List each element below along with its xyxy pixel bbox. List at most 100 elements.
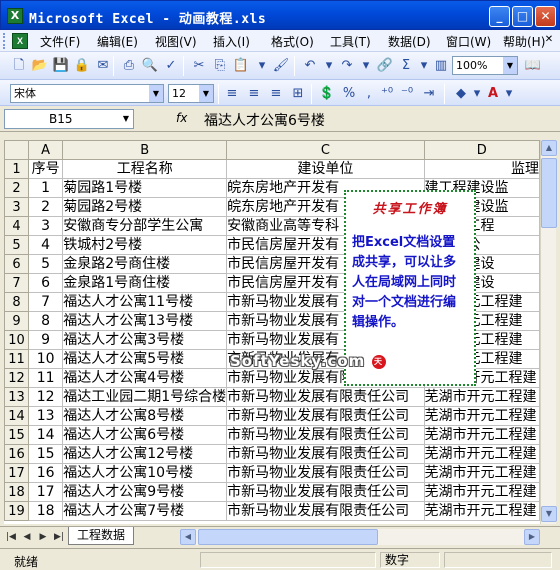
undo-dropdown-icon[interactable]: ▾ <box>320 57 338 75</box>
cell-seq[interactable]: 2 <box>27 197 64 217</box>
cell-builder[interactable]: 市新马物业发展有限责任公司 <box>226 482 425 502</box>
cell-seq[interactable]: 9 <box>27 330 64 350</box>
row-header[interactable]: 17 <box>4 463 29 483</box>
column-header-d[interactable]: D <box>423 140 540 160</box>
cell-seq[interactable]: 11 <box>27 368 64 388</box>
menu-help[interactable]: 帮助(H) <box>503 33 545 50</box>
email-icon[interactable]: ✉ <box>94 57 112 75</box>
cell-seq[interactable]: 12 <box>27 387 64 407</box>
cell-supervisor[interactable]: 芜湖市开元工程建 <box>423 406 540 426</box>
minimize-button[interactable]: _ <box>489 6 510 27</box>
row-header[interactable]: 14 <box>4 406 29 426</box>
menu-tools[interactable]: 工具(T) <box>330 33 371 50</box>
row-header[interactable]: 7 <box>4 273 29 293</box>
currency-icon[interactable]: 💲 <box>318 85 336 103</box>
copy-icon[interactable]: ⎘ <box>211 57 229 75</box>
cell-supervisor[interactable]: 芜湖市开元工程建 <box>423 387 540 407</box>
cell-project[interactable]: 福达人才公寓7号楼 <box>62 501 228 521</box>
vertical-scroll-thumb[interactable] <box>541 158 557 228</box>
cell-seq[interactable]: 3 <box>27 216 64 236</box>
cell-seq[interactable]: 13 <box>27 406 64 426</box>
horizontal-scrollbar[interactable]: ◀ ▶ <box>180 529 540 545</box>
cell-builder[interactable]: 市新马物业发展有限责任公司 <box>226 501 425 521</box>
menu-edit[interactable]: 编辑(E) <box>97 33 138 50</box>
row-header[interactable]: 6 <box>4 254 29 274</box>
prev-sheet-icon[interactable]: ◀ <box>20 530 34 544</box>
horizontal-scroll-thumb[interactable] <box>198 529 378 545</box>
font-color-dropdown-icon[interactable]: ▾ <box>500 85 518 103</box>
scroll-right-icon[interactable]: ▶ <box>524 529 540 545</box>
cell-builder[interactable]: 市新马物业发展有限责任公司 <box>226 406 425 426</box>
open-icon[interactable]: 📂 <box>31 57 49 75</box>
scroll-left-icon[interactable]: ◀ <box>180 529 196 545</box>
cell-project[interactable]: 福达人才公寓11号楼 <box>62 292 228 312</box>
cell-seq[interactable]: 8 <box>27 311 64 331</box>
row-header[interactable]: 9 <box>4 311 29 331</box>
undo-icon[interactable]: ↶ <box>301 57 319 75</box>
row-header[interactable]: 18 <box>4 482 29 502</box>
menu-insert[interactable]: 插入(I) <box>213 33 250 50</box>
row-header[interactable]: 1 <box>4 159 29 179</box>
cell-seq[interactable]: 17 <box>27 482 64 502</box>
maximize-button[interactable]: □ <box>512 6 533 27</box>
chevron-down-icon[interactable]: ▼ <box>199 85 213 102</box>
menu-window[interactable]: 窗口(W) <box>446 33 491 50</box>
cell-project[interactable]: 福达人才公寓5号楼 <box>62 349 228 369</box>
cell-supervisor[interactable]: 芜湖市开元工程建 <box>423 463 540 483</box>
chevron-down-icon[interactable]: ▼ <box>503 57 517 74</box>
row-header[interactable]: 12 <box>4 368 29 388</box>
save-icon[interactable]: 💾 <box>52 57 70 75</box>
print-preview-icon[interactable]: 🔍 <box>141 57 159 75</box>
cell-project[interactable]: 福达人才公寓4号楼 <box>62 368 228 388</box>
chevron-down-icon[interactable]: ▼ <box>149 85 163 102</box>
sheet-tab-active[interactable]: 工程数据 <box>68 527 135 545</box>
cell-project[interactable]: 金泉路1号商住楼 <box>62 273 228 293</box>
cell-builder[interactable]: 市新马物业发展有限责任公司 <box>226 463 425 483</box>
header-cell-builder[interactable]: 建设单位 <box>226 159 425 179</box>
row-header[interactable]: 10 <box>4 330 29 350</box>
row-header[interactable]: 19 <box>4 501 29 521</box>
row-header[interactable]: 13 <box>4 387 29 407</box>
scroll-up-icon[interactable]: ▲ <box>541 140 557 156</box>
formula-input[interactable]: 福达人才公寓6号楼 <box>204 110 325 130</box>
redo-dropdown-icon[interactable]: ▾ <box>357 57 375 75</box>
cell-project[interactable]: 铁城村2号楼 <box>62 235 228 255</box>
cell-supervisor[interactable]: 芜湖市开元工程建 <box>423 425 540 445</box>
select-all-corner[interactable] <box>4 140 29 160</box>
align-center-icon[interactable]: ≡ <box>245 85 263 103</box>
row-header[interactable]: 15 <box>4 425 29 445</box>
workbook-icon[interactable]: X <box>12 33 28 49</box>
indent-icon[interactable]: ⇥ <box>420 85 438 103</box>
cell-seq[interactable]: 14 <box>27 425 64 445</box>
font-size-select[interactable]: 12 ▼ <box>168 84 214 103</box>
scroll-down-icon[interactable]: ▼ <box>541 506 557 522</box>
function-icon[interactable]: fx <box>176 111 187 125</box>
cell-project[interactable]: 福达人才公寓10号楼 <box>62 463 228 483</box>
cell-seq[interactable]: 6 <box>27 273 64 293</box>
autosum-icon[interactable]: Σ <box>397 57 415 75</box>
cell-supervisor[interactable]: 芜湖市开元工程建 <box>423 501 540 521</box>
zoom-select[interactable]: 100% ▼ <box>452 56 518 75</box>
excel-icon[interactable]: X <box>7 8 23 24</box>
cell-supervisor[interactable]: 芜湖市开元工程建 <box>423 482 540 502</box>
cell-seq[interactable]: 1 <box>27 178 64 198</box>
cell-builder[interactable]: 市新马物业发展有限责任公司 <box>226 444 425 464</box>
menu-format[interactable]: 格式(O) <box>271 33 314 50</box>
cell-builder[interactable]: 市新马物业发展有限责任公司 <box>226 425 425 445</box>
font-select[interactable]: 宋体 ▼ <box>10 84 164 103</box>
cell-seq[interactable]: 4 <box>27 235 64 255</box>
paste-icon[interactable]: 📋 <box>232 57 250 75</box>
increase-decimal-icon[interactable]: ⁺⁰ <box>378 85 396 103</box>
cell-project[interactable]: 福达人才公寓6号楼 <box>62 425 228 445</box>
cell-project[interactable]: 福达人才公寓9号楼 <box>62 482 228 502</box>
menu-file[interactable]: 文件(F) <box>40 33 80 50</box>
cell-project[interactable]: 福达人才公寓12号楼 <box>62 444 228 464</box>
print-icon[interactable]: ⎙ <box>120 57 138 75</box>
cell-project[interactable]: 菊园路1号楼 <box>62 178 228 198</box>
cell-project[interactable]: 安徽商专分部学生公寓 <box>62 216 228 236</box>
cell-supervisor[interactable]: 芜湖市开元工程建 <box>423 444 540 464</box>
close-workbook-icon[interactable]: ✕ <box>542 34 556 48</box>
cell-project[interactable]: 菊园路2号楼 <box>62 197 228 217</box>
new-icon[interactable]: 🗋 <box>10 57 28 75</box>
header-cell-seq[interactable]: 序号 <box>27 159 64 179</box>
